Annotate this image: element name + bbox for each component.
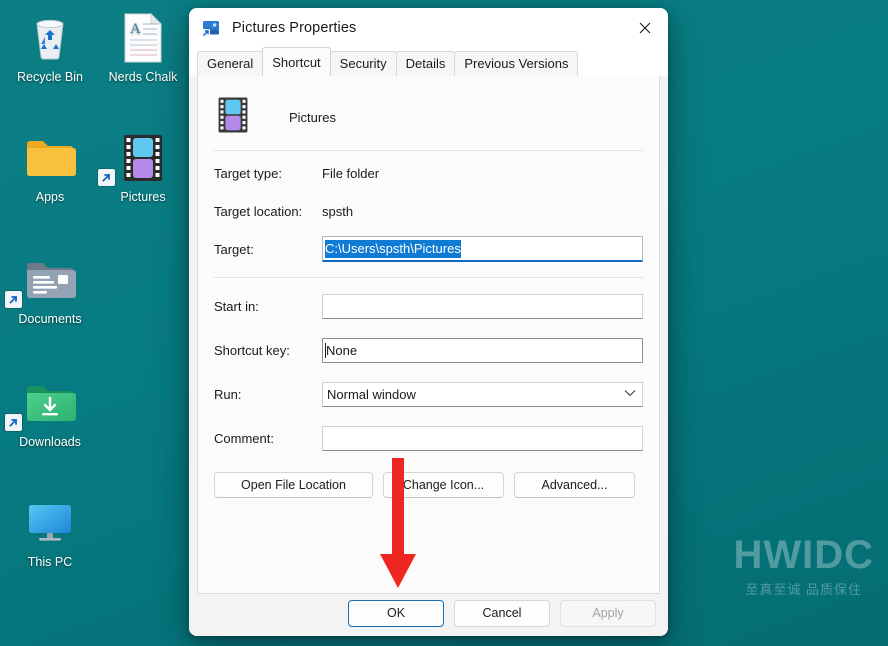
downloads-folder-icon (3, 375, 97, 431)
desktop-icon-label: Nerds Chalk (108, 70, 178, 84)
shortcut-arrow-icon (5, 414, 22, 431)
desktop-icon-label: Downloads (19, 435, 81, 449)
chevron-down-icon (624, 388, 636, 400)
shortcut-key-input[interactable]: None (322, 337, 643, 363)
desktop-icon-nerds-chalk[interactable]: A Nerds Chalk (96, 10, 190, 85)
start-in-label: Start in: (214, 298, 259, 314)
desktop-icon-pictures[interactable]: Pictures (96, 130, 190, 205)
desktop-icon-this-pc[interactable]: This PC (3, 495, 97, 570)
advanced-button[interactable]: Advanced... (514, 472, 635, 498)
desktop-icon-documents[interactable]: Documents (3, 252, 97, 327)
shortcut-arrow-icon (98, 169, 115, 186)
picture-shortcut-icon (201, 18, 221, 38)
shortcut-arrow-icon (5, 291, 22, 308)
tab-previous-versions[interactable]: Previous Versions (454, 51, 579, 76)
pictures-properties-dialog: Pictures Properties General Shortcut Sec… (189, 8, 668, 636)
tab-shortcut[interactable]: Shortcut (262, 47, 331, 76)
run-select[interactable]: Normal window (322, 381, 643, 407)
row-target: Target: C:\Users\spsth\Pictures (214, 233, 643, 265)
apply-button: Apply (560, 599, 656, 627)
dialog-titlebar: Pictures Properties (189, 8, 668, 48)
folder-icon (3, 130, 97, 186)
desktop-icon-label: This PC (27, 555, 73, 569)
monitor-icon (3, 495, 97, 551)
divider (214, 277, 643, 278)
desktop-icon-label: Documents (18, 312, 82, 326)
film-strip-icon (214, 94, 252, 141)
target-location-label: Target location: (214, 203, 303, 219)
comment-input[interactable] (322, 425, 643, 451)
tab-general[interactable]: General (197, 51, 264, 76)
watermark-main-text: HWIDC (733, 533, 874, 577)
run-value: Normal window (327, 386, 416, 402)
documents-folder-icon (3, 252, 97, 308)
target-label: Target: (214, 241, 254, 257)
shortcut-action-buttons: Open File Location Change Icon... Advanc… (214, 472, 643, 498)
row-comment: Comment: (214, 422, 643, 454)
recycle-bin-icon (3, 10, 97, 66)
target-input-value: C:\Users\spsth\Pictures (325, 239, 461, 258)
shortcut-key-value: None (326, 342, 358, 358)
annotation-arrow-icon (377, 458, 419, 603)
watermark-sub-text: 至真至诚 品质保住 (745, 582, 863, 597)
open-file-location-button[interactable]: Open File Location (214, 472, 373, 498)
tab-details[interactable]: Details (395, 51, 456, 76)
ok-button[interactable]: OK (348, 599, 444, 627)
divider (214, 150, 643, 151)
desktop-icon-label: Recycle Bin (17, 70, 83, 84)
tab-security[interactable]: Security (329, 51, 397, 76)
desktop-icon-label: Pictures (120, 190, 166, 204)
desktop-icon-apps[interactable]: Apps (3, 130, 97, 205)
target-input[interactable]: C:\Users\spsth\Pictures (322, 236, 643, 262)
target-location-value: spsth (322, 203, 354, 219)
row-target-location: Target location: spsth (214, 195, 643, 227)
comment-label: Comment: (214, 430, 274, 446)
target-type-value: File folder (322, 165, 380, 181)
dialog-footer: OK Cancel Apply (189, 594, 668, 636)
start-in-input[interactable] (322, 293, 643, 319)
cancel-button[interactable]: Cancel (454, 599, 550, 627)
film-strip-icon (96, 130, 190, 186)
close-icon[interactable] (622, 8, 668, 48)
dialog-title: Pictures Properties (232, 20, 357, 36)
row-start-in: Start in: (214, 290, 643, 322)
row-shortcut-key: Shortcut key: None (214, 334, 643, 366)
shortcut-tab-panel: Pictures Target type: File folder Target… (197, 76, 660, 594)
desktop-icon-downloads[interactable]: Downloads (3, 375, 97, 450)
run-label: Run: (214, 386, 242, 402)
shortcut-app-header: Pictures (214, 90, 643, 144)
dialog-tabstrip: General Shortcut Security Details Previo… (189, 47, 668, 76)
row-run: Run: Normal window (214, 378, 643, 410)
shortcut-app-name: Pictures (289, 109, 336, 125)
shortcut-key-label: Shortcut key: (214, 342, 290, 358)
desktop-icon-recycle-bin[interactable]: Recycle Bin (3, 10, 97, 85)
text-document-icon: A (96, 10, 190, 66)
watermark: HWIDC 至真至诚 品质保住 (733, 533, 874, 598)
row-target-type: Target type: File folder (214, 157, 643, 189)
target-type-label: Target type: (214, 165, 282, 181)
desktop-icon-label: Apps (35, 190, 65, 204)
svg-text:A: A (130, 21, 141, 37)
